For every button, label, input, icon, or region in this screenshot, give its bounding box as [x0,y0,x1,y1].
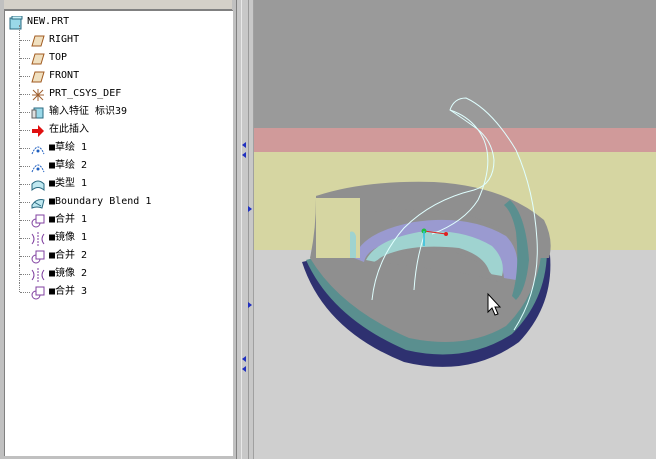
collapse-left-icon[interactable] [242,356,246,362]
model-tree[interactable]: NEW.PRT RIGHT TOP FRONT PRT_CSYS_DEF 输入特征 标识3… [4,10,233,456]
insert-here-arrow-icon [31,123,45,137]
collapse-left-icon[interactable] [242,366,246,372]
tree-item[interactable]: TOP [5,49,233,67]
datum-plane-icon [31,33,45,47]
datum-point-red [444,232,448,236]
tree-item-label: ■类型 1 [49,178,88,189]
surface-icon [31,177,45,192]
background-band-pink [254,128,656,152]
coordinate-system-icon [31,87,45,101]
tree-item-label: ■镜像 1 [49,232,88,243]
tree-item-label: ■Boundary Blend 1 [49,196,152,207]
mirror-icon [31,267,45,282]
tree-item-label: RIGHT [49,34,80,45]
tree-item[interactable]: ■草绘 1 [5,139,233,157]
tree-item[interactable]: ■草绘 2 [5,157,233,175]
tree-connector [20,220,30,222]
tree-root-item[interactable]: NEW.PRT [5,13,233,31]
tree-item-label: FRONT [49,70,80,81]
sketch-icon [31,159,45,173]
collapse-left-icon[interactable] [242,152,246,158]
datum-plane-icon [31,51,45,65]
tree-item[interactable]: ■镜像 2 [5,265,233,283]
tree-connector [20,58,30,60]
tree-connector [20,40,30,42]
tree-item-label: NEW.PRT [27,16,70,27]
collapse-left-icon[interactable] [242,142,246,148]
tree-item[interactable]: 在此插入 [5,121,233,139]
tree-connector [20,238,30,240]
merge-icon [31,213,45,228]
tree-item-label: 在此插入 [49,124,89,135]
model-tree-panel: NEW.PRT RIGHT TOP FRONT PRT_CSYS_DEF 输入特征 标识3… [0,0,236,459]
tree-connector [20,274,30,276]
tree-connector [20,94,30,96]
tree-item[interactable]: FRONT [5,67,233,85]
import-feature-icon [31,105,45,119]
tree-connector [20,292,30,294]
tree-connector [19,25,21,49]
tree-item[interactable]: ■Boundary Blend 1 [5,193,233,211]
panel-splitter[interactable] [236,0,254,459]
model-tree-header [4,0,232,10]
tree-item[interactable]: PRT_CSYS_DEF [5,85,233,103]
background-top [254,0,656,128]
graphics-viewport[interactable] [254,0,656,459]
tree-item[interactable]: ■合并 1 [5,211,233,229]
tree-item[interactable]: ■合并 2 [5,247,233,265]
tree-item[interactable]: ■合并 3 [5,283,233,301]
tree-connector [20,202,30,204]
tree-connector [20,256,30,258]
tree-item[interactable]: 输入特征 标识39 [5,103,233,121]
tree-item-label: TOP [49,52,68,63]
tree-item-label: PRT_CSYS_DEF [49,88,122,99]
datum-plane-icon [31,69,45,83]
tree-item-label: ■合并 2 [49,250,88,261]
tree-connector [20,76,30,78]
tree-connector [20,184,30,186]
tree-item-label: ■草绘 2 [49,160,88,171]
tree-item-label: ■草绘 1 [49,142,88,153]
merge-icon [31,249,45,264]
tree-connector [20,112,30,114]
tree-item-label: ■镜像 2 [49,268,88,279]
tree-connector [20,130,30,132]
tree-connector [20,166,30,168]
merge-icon [31,285,45,300]
splitter-grip-highlight [241,0,242,459]
model-canvas[interactable] [254,0,656,459]
expand-right-icon[interactable] [248,302,252,308]
splitter-grip-shadow [248,0,249,459]
tree-item[interactable]: ■类型 1 [5,175,233,193]
boundary-blend-icon [31,195,45,209]
tree-item-label: ■合并 1 [49,214,88,225]
tree-item[interactable]: ■镜像 1 [5,229,233,247]
mirror-icon [31,231,45,246]
tree-item-label: 输入特征 标识39 [49,106,128,117]
notch-edge [350,231,356,258]
sketch-icon [31,141,45,155]
tree-connector [20,148,30,150]
expand-right-icon[interactable] [248,206,252,212]
tree-item-label: ■合并 3 [49,286,88,297]
tree-connector [19,283,21,292]
tree-item[interactable]: RIGHT [5,25,233,49]
